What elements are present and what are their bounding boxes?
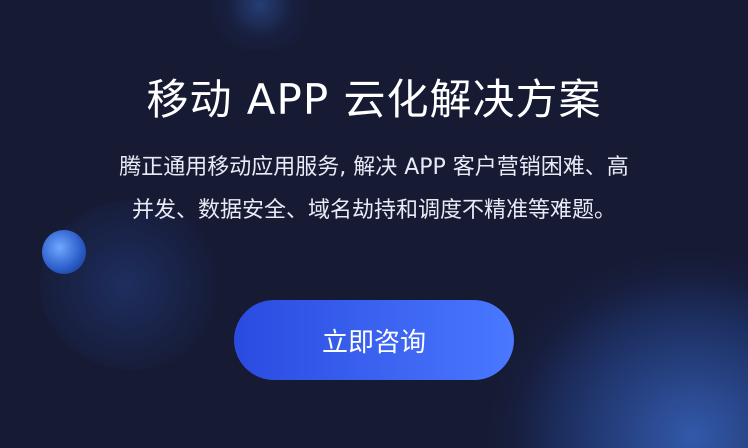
description-line: 并发、数据安全、域名劫持和调度不精准等难题。 <box>131 198 616 223</box>
hero-title: 移动 APP 云化解决方案 <box>146 75 602 124</box>
decorative-glow-orb <box>42 230 86 274</box>
description-line: 腾正通用移动应用服务, 解决 APP 客户营销困难、高 <box>119 155 629 180</box>
consult-now-button[interactable]: 立即咨询 <box>234 300 514 380</box>
hero-description: 腾正通用移动应用服务, 解决 APP 客户营销困难、高 并发、数据安全、域名劫持和… <box>60 146 688 232</box>
decorative-particle-sphere <box>205 0 315 50</box>
